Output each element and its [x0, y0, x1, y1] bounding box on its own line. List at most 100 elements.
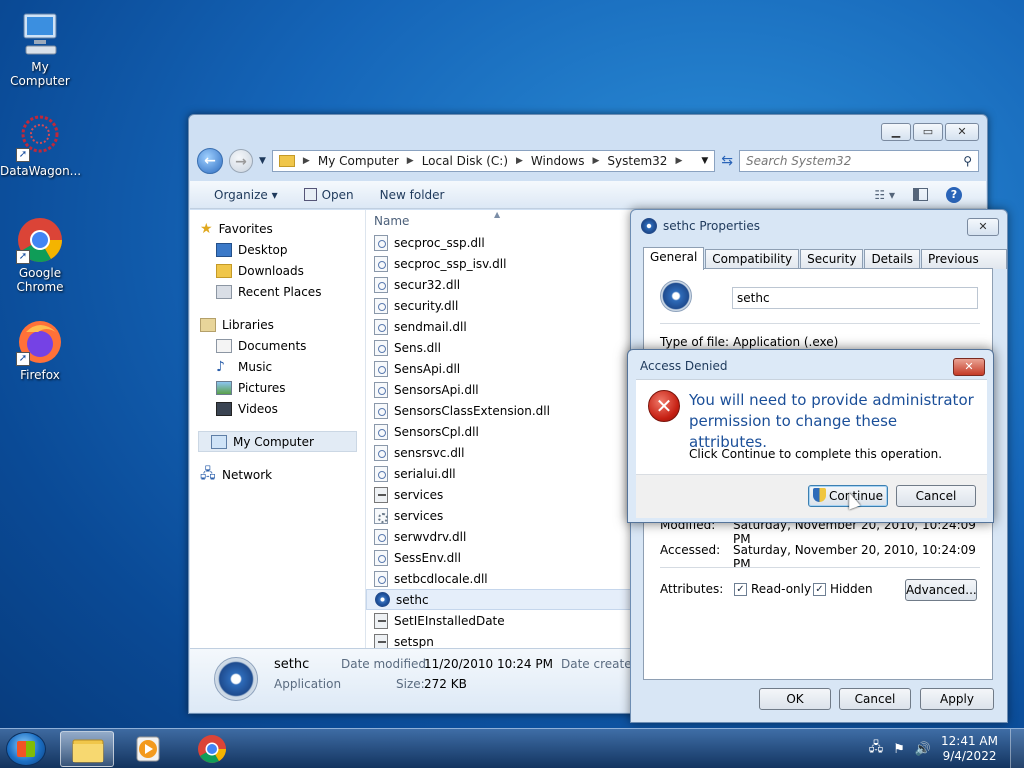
file-name: sethc [396, 592, 429, 607]
nav-pictures[interactable]: Pictures [190, 377, 365, 398]
help-icon[interactable]: ? [946, 186, 962, 203]
desktop-icon-firefox[interactable]: ➚ Firefox [0, 318, 80, 382]
tab-details[interactable]: Details [864, 249, 921, 269]
dll-file-icon [374, 297, 388, 314]
ok-button[interactable]: OK [759, 688, 831, 710]
chevron-right-icon[interactable]: ▶ [675, 156, 682, 166]
close-button[interactable]: ✕ [945, 123, 979, 141]
preview-pane-icon[interactable] [913, 188, 928, 201]
chevron-right-icon[interactable]: ▶ [593, 156, 600, 166]
desktop-icon-google-chrome[interactable]: ➚ Google Chrome [0, 216, 80, 294]
minimize-button[interactable]: ▁ [881, 123, 911, 141]
properties-cancel-button[interactable]: Cancel [839, 688, 911, 710]
open-button[interactable]: Open [303, 187, 354, 202]
nav-libraries-label: Libraries [222, 317, 274, 332]
action-center-icon[interactable]: ⚑ [893, 742, 905, 757]
music-icon: ♪ [216, 358, 225, 375]
videos-icon [216, 401, 232, 416]
tab-previous-versions[interactable]: Previous Versions [921, 249, 1007, 285]
properties-title: sethc Properties [641, 218, 760, 234]
taskbar-explorer[interactable] [60, 731, 114, 767]
dll-file-icon [374, 255, 388, 272]
breadcrumb-local-disk[interactable]: Local Disk (C:) [422, 154, 508, 168]
start-button[interactable] [6, 732, 46, 766]
tab-compatibility[interactable]: Compatibility [705, 249, 800, 269]
search-icon: ⚲ [963, 154, 972, 168]
nav-desktop-label: Desktop [238, 242, 288, 257]
network-tray-icon[interactable]: 🖧 [869, 738, 884, 760]
details-type: Application [274, 677, 342, 691]
nav-network[interactable]: 🖧 Network [190, 464, 365, 485]
nav-favorites[interactable]: ★ Favorites [190, 218, 365, 239]
exe-file-icon [374, 633, 388, 648]
show-desktop-button[interactable] [1010, 729, 1024, 768]
desktop-icon-datawagon[interactable]: ➚ DataWagon... [0, 114, 81, 178]
clock[interactable]: 12:41 AM 9/4/2022 [941, 734, 998, 764]
file-name: SensorsClassExtension.dll [394, 403, 550, 418]
clock-date: 9/4/2022 [942, 749, 997, 763]
organize-button[interactable]: Organize ▾ [214, 188, 278, 202]
taskbar-chrome[interactable] [185, 731, 239, 767]
read-only-checkbox[interactable]: ✓ Read-only [734, 582, 811, 596]
address-dropdown-icon[interactable]: ▼ [701, 156, 708, 166]
file-name: secur32.dll [394, 277, 461, 292]
refresh-icon[interactable]: ⇆ [721, 153, 733, 169]
access-denied-close-button[interactable]: ✕ [953, 358, 985, 376]
chevron-right-icon[interactable]: ▶ [516, 156, 523, 166]
forward-button[interactable]: → [229, 149, 253, 173]
maximize-button[interactable]: ▭ [913, 123, 943, 141]
firefox-icon: ➚ [16, 318, 64, 366]
chevron-right-icon[interactable]: ▶ [303, 156, 310, 166]
access-denied-cancel-button[interactable]: Cancel [896, 485, 976, 507]
hidden-checkbox[interactable]: ✓ Hidden [813, 582, 873, 596]
documents-icon [216, 338, 232, 353]
file-name: SensApi.dll [394, 361, 461, 376]
file-name: sensrsvc.dll [394, 445, 465, 460]
chevron-right-icon[interactable]: ▶ [407, 156, 414, 166]
recent-pages-dropdown-icon[interactable]: ▼ [259, 156, 266, 166]
system-tray: 🖧 ⚑ 🔊 12:41 AM 9/4/2022 [869, 729, 1024, 768]
properties-close-button[interactable]: ✕ [967, 218, 999, 236]
nav-my-computer[interactable]: My Computer [198, 431, 357, 452]
new-folder-button[interactable]: New folder [380, 188, 445, 202]
nav-my-computer-label: My Computer [233, 434, 314, 449]
nav-desktop[interactable]: Desktop [190, 239, 365, 260]
nav-documents[interactable]: Documents [190, 335, 365, 356]
access-denied-dialog: Access Denied ✕ ✕ You will need to provi… [627, 349, 994, 523]
apply-button[interactable]: Apply [920, 688, 994, 710]
details-name: sethc [274, 657, 310, 672]
exe-file-icon [374, 486, 388, 503]
nav-music[interactable]: ♪ Music [190, 356, 365, 377]
search-input[interactable]: Search System32 ⚲ [739, 150, 979, 172]
nav-libraries[interactable]: Libraries [190, 314, 365, 335]
nav-videos[interactable]: Videos [190, 398, 365, 419]
file-name: SessEnv.dll [394, 550, 461, 565]
sethc-app-icon [660, 280, 692, 312]
back-button[interactable]: ← [197, 148, 223, 174]
desktop-icon-my-computer[interactable]: My Computer [0, 10, 80, 88]
breadcrumb-system32[interactable]: System32 [607, 154, 667, 168]
advanced-button[interactable]: Advanced... [905, 579, 977, 601]
gear-file-icon [374, 507, 388, 524]
volume-icon[interactable]: 🔊 [915, 742, 931, 757]
taskbar-media-player[interactable] [120, 731, 174, 767]
address-bar[interactable]: ▶ My Computer ▶ Local Disk (C:) ▶ Window… [271, 150, 716, 172]
nav-downloads[interactable]: Downloads [190, 260, 365, 281]
breadcrumb-windows[interactable]: Windows [531, 154, 585, 168]
file-name: setspn [394, 634, 434, 649]
type-of-file-value: Application (.exe) [733, 335, 839, 349]
dll-file-icon [374, 402, 388, 419]
dll-file-icon [374, 423, 388, 440]
separator [660, 323, 980, 324]
tab-security[interactable]: Security [800, 249, 864, 269]
tab-general[interactable]: General [643, 247, 705, 270]
dll-file-icon [374, 381, 388, 398]
nav-recent-places[interactable]: Recent Places [190, 281, 365, 302]
hidden-label: Hidden [830, 582, 873, 596]
change-view-icon[interactable]: ☷ ▾ [874, 188, 895, 202]
file-name: serialui.dll [394, 466, 456, 481]
dll-file-icon [374, 465, 388, 482]
file-name-field[interactable]: sethc [732, 287, 978, 309]
star-icon: ★ [200, 220, 213, 237]
breadcrumb-my-computer[interactable]: My Computer [318, 154, 399, 168]
